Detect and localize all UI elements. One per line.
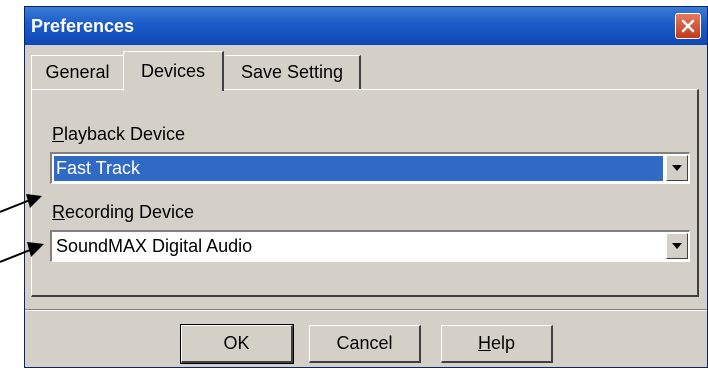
close-button[interactable] xyxy=(675,13,701,39)
playback-device-value: Fast Track xyxy=(54,156,663,181)
recording-label-rest: ecording Device xyxy=(65,202,195,222)
close-icon xyxy=(681,19,695,33)
recording-device-value: SoundMAX Digital Audio xyxy=(56,236,253,256)
help-button[interactable]: Help xyxy=(441,325,553,363)
playback-mnemonic: P xyxy=(52,124,65,144)
window-title: Preferences xyxy=(31,16,135,36)
ok-button[interactable]: OK xyxy=(180,324,294,364)
tab-devices-label: Devices xyxy=(140,61,206,81)
playback-device-select[interactable]: Fast Track xyxy=(50,152,690,184)
tab-general-label: General xyxy=(45,62,110,82)
recording-dropdown-button[interactable] xyxy=(666,233,688,259)
cancel-button[interactable]: Cancel xyxy=(309,325,421,363)
devices-panel: Playback Device Fast Track Recording Dev… xyxy=(31,89,699,297)
ok-button-label: OK xyxy=(223,333,250,353)
help-label-rest: elp xyxy=(490,333,516,353)
tab-save-setting-label: Save Setting xyxy=(240,62,344,82)
tab-devices[interactable]: Devices xyxy=(123,51,224,91)
playback-label-rest: layback Device xyxy=(64,124,186,144)
recording-device-select[interactable]: SoundMAX Digital Audio xyxy=(50,230,690,262)
playback-dropdown-button[interactable] xyxy=(666,155,688,181)
divider xyxy=(25,309,707,311)
help-button-label: Help xyxy=(478,333,515,354)
tab-save-setting[interactable]: Save Setting xyxy=(225,55,361,89)
playback-device-label: Playback Device xyxy=(52,124,185,145)
cancel-button-label: Cancel xyxy=(336,333,393,353)
tab-general[interactable]: General xyxy=(31,55,123,89)
recording-mnemonic: R xyxy=(52,202,65,222)
recording-device-label: Recording Device xyxy=(52,202,194,223)
help-mnemonic: H xyxy=(477,333,491,353)
preferences-dialog: Preferences General Devices Save Setting… xyxy=(24,6,708,368)
title-bar[interactable]: Preferences xyxy=(25,7,707,45)
chevron-down-icon xyxy=(672,243,682,249)
chevron-down-icon xyxy=(672,165,682,171)
